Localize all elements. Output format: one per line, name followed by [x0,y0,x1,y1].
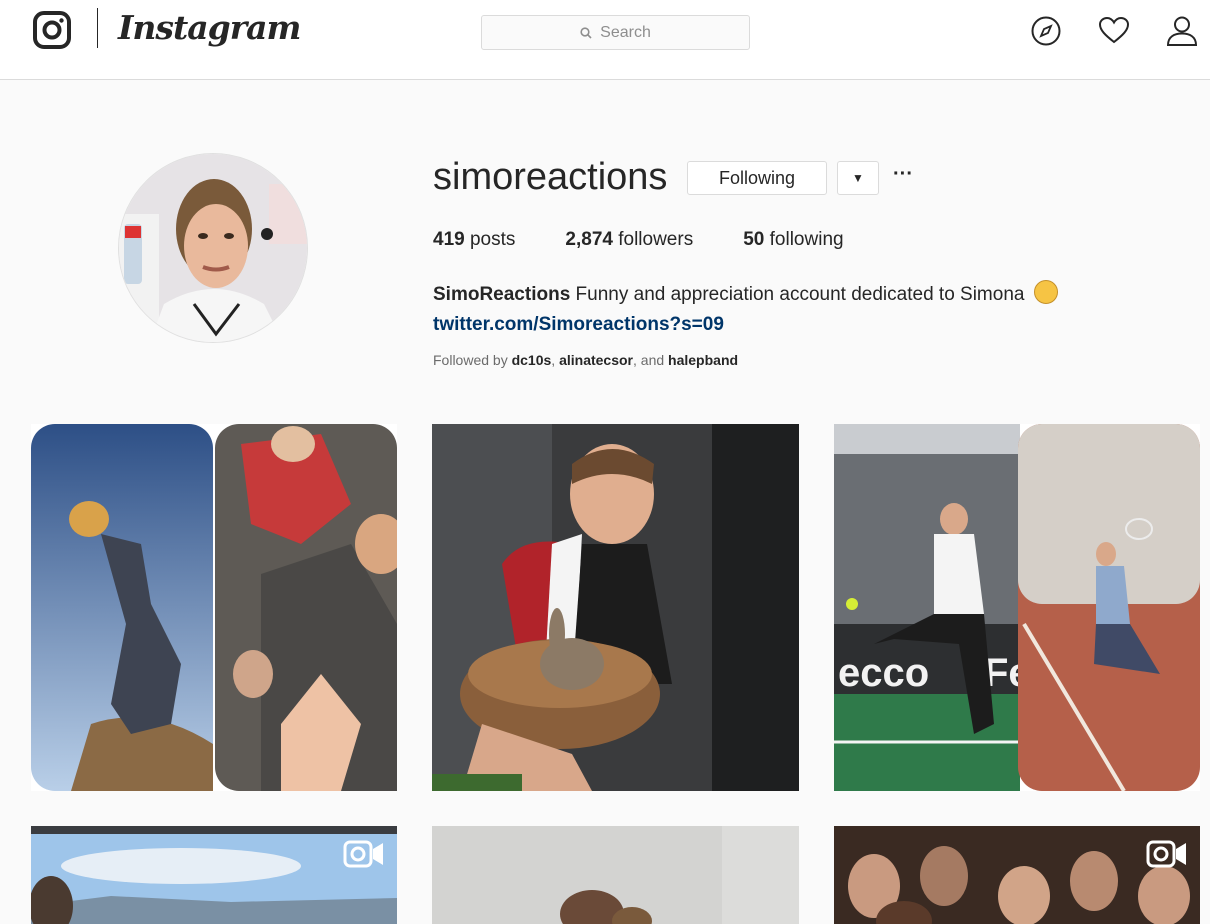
suggestions-dropdown-button[interactable]: ▼ [837,161,879,195]
video-camera-icon [1146,840,1186,868]
post-image: ecco Fe [834,424,1200,791]
bio-full-name: SimoReactions [433,284,571,305]
profile-username: simoreactions [433,156,668,198]
followers-count: 2,874 [565,229,613,250]
post-image [432,826,799,924]
following-count: 50 [743,229,765,250]
post-thumbnail[interactable]: ecco Fe [834,424,1200,791]
profile-bio: SimoReactions Funny and appreciation acc… [433,280,1058,340]
bio-link[interactable]: twitter.com/Simoreactions?s=09 [433,310,1058,340]
search-placeholder: Search [600,23,651,41]
heart-icon[interactable] [1097,14,1131,48]
following-label: following [769,229,844,250]
post-thumbnail[interactable] [31,424,397,791]
hugging-face-emoji-icon [1033,280,1058,304]
followed-by-prefix: Followed by [433,352,508,368]
profile-avatar[interactable] [118,153,308,343]
followed-by-user[interactable]: halepband [668,352,738,368]
nav-divider [97,8,98,48]
posts-stat: 419 posts [433,229,515,251]
compass-icon[interactable] [1029,14,1063,48]
followed-by-user[interactable]: alinatecsor [559,352,633,368]
posts-count: 419 [433,229,465,250]
more-options-button[interactable]: ··· [890,163,916,188]
followed-by-line: Followed by dc10s, alinatecsor, and hale… [433,352,739,368]
search-icon [580,26,592,39]
caret-down-icon: ▼ [852,171,864,185]
posts-label: posts [469,229,516,250]
video-camera-icon [343,840,383,868]
post-thumbnail[interactable] [432,424,799,791]
followed-by-conjunction: , and [633,352,665,368]
instagram-camera-icon[interactable] [32,10,72,50]
following-button[interactable]: Following [687,161,827,195]
followers-stat[interactable]: 2,874 followers [565,229,693,251]
followed-by-user[interactable]: dc10s [512,352,552,368]
profile-stats: 419 posts 2,874 followers 50 following [433,229,894,251]
svg-text:ecco: ecco [838,651,929,695]
top-nav: Instagram Search [0,0,1210,80]
following-stat[interactable]: 50 following [743,229,843,251]
post-thumbnail[interactable] [31,826,397,924]
profile-icon[interactable] [1165,14,1199,48]
ellipsis-icon: ··· [893,163,913,185]
post-image [432,424,799,791]
instagram-wordmark[interactable]: Instagram [118,8,301,47]
post-image [31,424,397,791]
avatar-photo [119,154,307,342]
bio-text: Funny and appreciation account dedicated… [575,284,1025,305]
search-input[interactable]: Search [481,15,750,50]
followers-label: followers [618,229,694,250]
post-thumbnail[interactable] [432,826,799,924]
post-thumbnail[interactable] [834,826,1200,924]
